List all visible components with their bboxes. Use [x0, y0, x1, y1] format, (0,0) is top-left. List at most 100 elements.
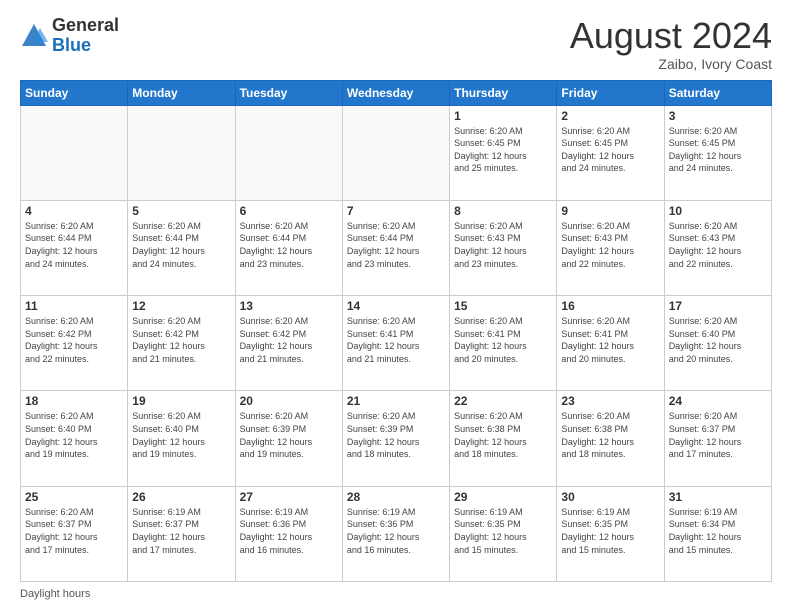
calendar-cell: 31 Sunrise: 6:19 AM Sunset: 6:34 PM Dayli… [664, 486, 771, 581]
day-info: Sunrise: 6:20 AM Sunset: 6:42 PM Dayligh… [240, 315, 338, 365]
day-info: Sunrise: 6:19 AM Sunset: 6:35 PM Dayligh… [561, 506, 659, 556]
title-block: August 2024 Zaibo, Ivory Coast [570, 16, 772, 72]
calendar-body: 1Sunrise: 6:20 AM Sunset: 6:45 PM Daylig… [21, 105, 772, 581]
day-number: 31 [669, 490, 767, 504]
day-number: 18 [25, 394, 123, 408]
logo-blue: Blue [52, 36, 119, 56]
weekday-header: Saturday [664, 80, 771, 105]
day-info: Sunrise: 6:19 AM Sunset: 6:36 PM Dayligh… [240, 506, 338, 556]
day-info: Sunrise: 6:20 AM Sunset: 6:44 PM Dayligh… [240, 220, 338, 270]
calendar-cell: 15Sunrise: 6:20 AM Sunset: 6:41 PM Dayli… [450, 296, 557, 391]
logo-text: General Blue [52, 16, 119, 56]
calendar-cell: 9Sunrise: 6:20 AM Sunset: 6:43 PM Daylig… [557, 200, 664, 295]
day-number: 12 [132, 299, 230, 313]
calendar-week-row: 25Sunrise: 6:20 AM Sunset: 6:37 PM Dayli… [21, 486, 772, 581]
calendar-cell: 23 Sunrise: 6:20 AM Sunset: 6:38 PM Dayli… [557, 391, 664, 486]
calendar-cell: 22 Sunrise: 6:20 AM Sunset: 6:38 PM Dayli… [450, 391, 557, 486]
day-number: 23 [561, 394, 659, 408]
calendar-cell: 16Sunrise: 6:20 AM Sunset: 6:41 PM Dayli… [557, 296, 664, 391]
calendar-cell: 28 Sunrise: 6:19 AM Sunset: 6:36 PM Dayli… [342, 486, 449, 581]
day-number: 15 [454, 299, 552, 313]
day-number: 1 [454, 109, 552, 123]
day-info: Sunrise: 6:20 AM Sunset: 6:40 PM Dayligh… [132, 410, 230, 460]
calendar-week-row: 11Sunrise: 6:20 AM Sunset: 6:42 PM Dayli… [21, 296, 772, 391]
weekday-header: Thursday [450, 80, 557, 105]
calendar-cell: 14 Sunrise: 6:20 AM Sunset: 6:41 PM Dayli… [342, 296, 449, 391]
day-number: 19 [132, 394, 230, 408]
day-number: 4 [25, 204, 123, 218]
calendar-cell: 7 Sunrise: 6:20 AM Sunset: 6:44 PM Daylig… [342, 200, 449, 295]
calendar-cell: 27Sunrise: 6:19 AM Sunset: 6:36 PM Dayli… [235, 486, 342, 581]
day-info: Sunrise: 6:20 AM Sunset: 6:44 PM Dayligh… [347, 220, 445, 270]
day-number: 17 [669, 299, 767, 313]
day-number: 22 [454, 394, 552, 408]
calendar-cell: 29 Sunrise: 6:19 AM Sunset: 6:35 PM Dayli… [450, 486, 557, 581]
day-info: Sunrise: 6:20 AM Sunset: 6:43 PM Dayligh… [561, 220, 659, 270]
calendar-table: SundayMondayTuesdayWednesdayThursdayFrid… [20, 80, 772, 582]
day-number: 13 [240, 299, 338, 313]
calendar-cell [128, 105, 235, 200]
calendar-cell: 5Sunrise: 6:20 AM Sunset: 6:44 PM Daylig… [128, 200, 235, 295]
calendar-cell: 12 Sunrise: 6:20 AM Sunset: 6:42 PM Dayli… [128, 296, 235, 391]
calendar-week-row: 1Sunrise: 6:20 AM Sunset: 6:45 PM Daylig… [21, 105, 772, 200]
calendar-cell: 10Sunrise: 6:20 AM Sunset: 6:43 PM Dayli… [664, 200, 771, 295]
footer: Daylight hours [20, 588, 772, 600]
day-info: Sunrise: 6:20 AM Sunset: 6:38 PM Dayligh… [454, 410, 552, 460]
calendar-cell: 4 Sunrise: 6:20 AM Sunset: 6:44 PM Daylig… [21, 200, 128, 295]
day-info: Sunrise: 6:20 AM Sunset: 6:40 PM Dayligh… [25, 410, 123, 460]
calendar-cell: 18 Sunrise: 6:20 AM Sunset: 6:40 PM Dayli… [21, 391, 128, 486]
calendar-cell: 3Sunrise: 6:20 AM Sunset: 6:45 PM Daylig… [664, 105, 771, 200]
day-number: 2 [561, 109, 659, 123]
weekday-header: Monday [128, 80, 235, 105]
day-number: 8 [454, 204, 552, 218]
main-title: August 2024 [570, 16, 772, 56]
day-number: 30 [561, 490, 659, 504]
day-info: Sunrise: 6:20 AM Sunset: 6:38 PM Dayligh… [561, 410, 659, 460]
calendar-cell: 11Sunrise: 6:20 AM Sunset: 6:42 PM Dayli… [21, 296, 128, 391]
calendar-cell: 2Sunrise: 6:20 AM Sunset: 6:45 PM Daylig… [557, 105, 664, 200]
weekday-row: SundayMondayTuesdayWednesdayThursdayFrid… [21, 80, 772, 105]
weekday-header: Friday [557, 80, 664, 105]
day-number: 28 [347, 490, 445, 504]
day-number: 7 [347, 204, 445, 218]
day-info: Sunrise: 6:19 AM Sunset: 6:35 PM Dayligh… [454, 506, 552, 556]
calendar-cell: 19 Sunrise: 6:20 AM Sunset: 6:40 PM Dayli… [128, 391, 235, 486]
calendar-cell: 17 Sunrise: 6:20 AM Sunset: 6:40 PM Dayli… [664, 296, 771, 391]
calendar-cell: 25Sunrise: 6:20 AM Sunset: 6:37 PM Dayli… [21, 486, 128, 581]
calendar-cell: 8 Sunrise: 6:20 AM Sunset: 6:43 PM Daylig… [450, 200, 557, 295]
calendar-cell: 6Sunrise: 6:20 AM Sunset: 6:44 PM Daylig… [235, 200, 342, 295]
logo-icon [20, 22, 48, 50]
daylight-label: Daylight hours [20, 588, 90, 600]
calendar-cell [235, 105, 342, 200]
day-info: Sunrise: 6:20 AM Sunset: 6:39 PM Dayligh… [240, 410, 338, 460]
weekday-header: Sunday [21, 80, 128, 105]
day-number: 5 [132, 204, 230, 218]
day-info: Sunrise: 6:20 AM Sunset: 6:42 PM Dayligh… [132, 315, 230, 365]
day-info: Sunrise: 6:20 AM Sunset: 6:41 PM Dayligh… [347, 315, 445, 365]
day-info: Sunrise: 6:20 AM Sunset: 6:44 PM Dayligh… [25, 220, 123, 270]
day-number: 29 [454, 490, 552, 504]
day-number: 20 [240, 394, 338, 408]
logo: General Blue [20, 16, 119, 56]
day-info: Sunrise: 6:19 AM Sunset: 6:36 PM Dayligh… [347, 506, 445, 556]
logo-general: General [52, 16, 119, 36]
day-info: Sunrise: 6:20 AM Sunset: 6:43 PM Dayligh… [454, 220, 552, 270]
calendar-cell: 1Sunrise: 6:20 AM Sunset: 6:45 PM Daylig… [450, 105, 557, 200]
calendar-cell: 20 Sunrise: 6:20 AM Sunset: 6:39 PM Dayli… [235, 391, 342, 486]
day-number: 24 [669, 394, 767, 408]
day-info: Sunrise: 6:20 AM Sunset: 6:40 PM Dayligh… [669, 315, 767, 365]
calendar-header: SundayMondayTuesdayWednesdayThursdayFrid… [21, 80, 772, 105]
day-number: 21 [347, 394, 445, 408]
day-info: Sunrise: 6:20 AM Sunset: 6:42 PM Dayligh… [25, 315, 123, 365]
day-info: Sunrise: 6:19 AM Sunset: 6:37 PM Dayligh… [132, 506, 230, 556]
calendar-cell [21, 105, 128, 200]
day-info: Sunrise: 6:20 AM Sunset: 6:37 PM Dayligh… [669, 410, 767, 460]
calendar-cell [342, 105, 449, 200]
calendar-cell: 24 Sunrise: 6:20 AM Sunset: 6:37 PM Dayli… [664, 391, 771, 486]
day-info: Sunrise: 6:19 AM Sunset: 6:34 PM Dayligh… [669, 506, 767, 556]
day-number: 3 [669, 109, 767, 123]
day-number: 14 [347, 299, 445, 313]
calendar-cell: 26Sunrise: 6:19 AM Sunset: 6:37 PM Dayli… [128, 486, 235, 581]
day-number: 16 [561, 299, 659, 313]
day-info: Sunrise: 6:20 AM Sunset: 6:37 PM Dayligh… [25, 506, 123, 556]
